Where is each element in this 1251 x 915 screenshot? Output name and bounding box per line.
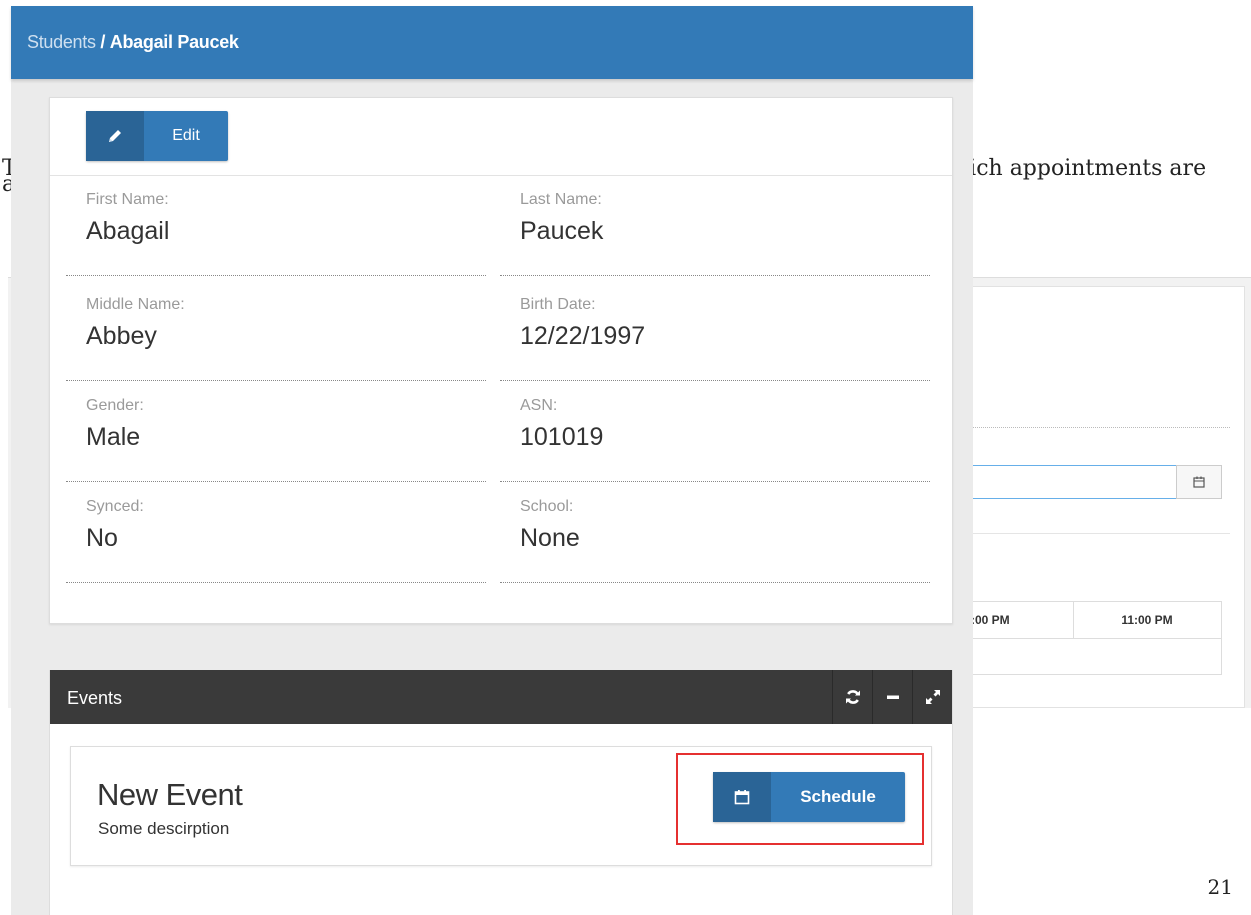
breadcrumb: Students / Abagail Paucek <box>27 32 239 53</box>
date-input[interactable] <box>964 465 1177 499</box>
pencil-icon <box>86 111 144 161</box>
page-number: 21 <box>1207 875 1233 899</box>
breadcrumb-link-students[interactable]: Students <box>27 32 96 52</box>
field-gender: Gender: Male <box>66 381 486 482</box>
breadcrumb-separator: / <box>100 32 106 52</box>
field-label: First Name: <box>86 191 169 208</box>
field-value: Abbey <box>86 322 157 350</box>
field-label: Synced: <box>86 498 144 515</box>
calendar-icon <box>713 772 771 822</box>
schedule-button[interactable]: Schedule <box>713 772 905 822</box>
time-table: :00 PM 11:00 PM <box>964 601 1222 675</box>
top-header-bar: Students / Abagail Paucek <box>11 6 973 79</box>
card-toolbar: Edit <box>50 98 952 176</box>
background-panel: :00 PM 11:00 PM <box>963 286 1245 708</box>
edit-button-label: Edit <box>172 127 200 144</box>
event-description: Some descirption <box>98 819 230 838</box>
field-value: 101019 <box>520 423 604 451</box>
field-synced: Synced: No <box>66 482 486 583</box>
events-panel: Events New Event Some descirption Schedu… <box>49 670 953 915</box>
field-value: Abagail <box>86 217 170 245</box>
field-first-name: First Name: Abagail <box>66 175 486 276</box>
divider <box>964 427 1230 428</box>
field-label: School: <box>520 498 574 515</box>
divider <box>964 533 1230 534</box>
expand-icon[interactable] <box>912 670 953 724</box>
refresh-icon[interactable] <box>832 670 873 724</box>
event-title: New Event <box>97 777 243 812</box>
field-birth-date: Birth Date: 12/22/1997 <box>500 280 930 381</box>
student-details-card: Edit First Name: Abagail Last Name: Pauc… <box>49 97 953 624</box>
field-value: Male <box>86 423 141 451</box>
field-asn: ASN: 101019 <box>500 381 930 482</box>
field-label: Middle Name: <box>86 296 185 313</box>
field-value: None <box>520 524 580 552</box>
time-column-header: :00 PM <box>965 602 1074 639</box>
field-label: ASN: <box>520 397 558 414</box>
time-column-header: 11:00 PM <box>1073 602 1221 639</box>
field-middle-name: Middle Name: Abbey <box>66 280 486 381</box>
event-item: New Event Some descirption Schedule <box>70 746 932 866</box>
field-label: Birth Date: <box>520 296 596 313</box>
field-value: 12/22/1997 <box>520 322 646 350</box>
events-panel-title: Events <box>67 688 123 708</box>
doc-text-fragment: hich appointments are <box>955 156 1207 181</box>
field-school: School: None <box>500 482 930 583</box>
edit-button[interactable]: Edit <box>86 111 228 161</box>
field-value: No <box>86 524 118 552</box>
field-last-name: Last Name: Paucek <box>500 175 930 276</box>
events-panel-header: Events <box>50 670 952 724</box>
breadcrumb-current: Abagail Paucek <box>109 32 239 52</box>
field-value: Paucek <box>520 217 604 245</box>
field-label: Gender: <box>86 397 144 414</box>
schedule-button-label: Schedule <box>800 787 876 806</box>
field-label: Last Name: <box>520 191 602 208</box>
minimize-icon[interactable] <box>872 670 913 724</box>
calendar-icon[interactable] <box>1176 465 1222 499</box>
